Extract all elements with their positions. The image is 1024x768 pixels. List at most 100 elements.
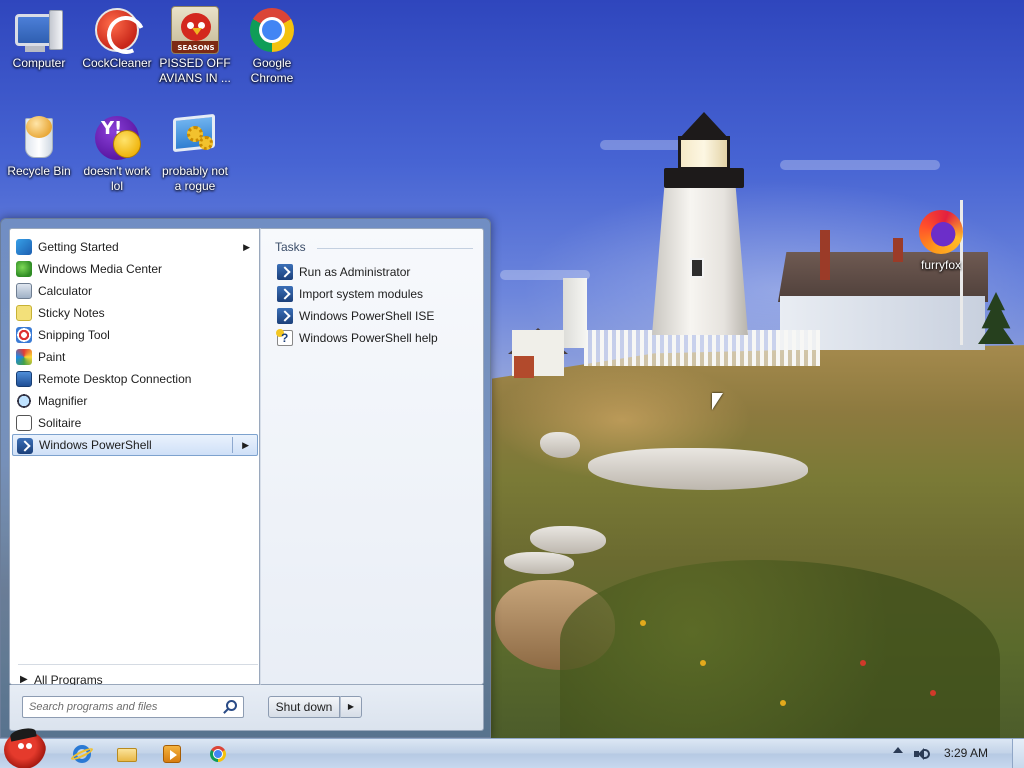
wallpaper-flower xyxy=(780,700,786,706)
program-solitaire[interactable]: Solitaire xyxy=(12,412,258,434)
calculator-icon xyxy=(16,283,32,299)
program-snipping-tool[interactable]: Snipping Tool xyxy=(12,324,258,346)
task-label: Windows PowerShell help xyxy=(299,331,438,345)
search-input[interactable] xyxy=(29,699,214,715)
program-label: Magnifier xyxy=(38,394,88,408)
chrome-icon xyxy=(248,6,296,54)
program-label: Remote Desktop Connection xyxy=(38,372,192,386)
wallpaper-lighthouse-lantern xyxy=(678,136,730,170)
desktop-icon-label: Recycle Bin xyxy=(7,164,71,178)
desktop-icon-label: PISSED OFF AVIANS IN ... xyxy=(159,56,231,85)
program-label: Solitaire xyxy=(38,416,82,430)
firefox-icon xyxy=(917,208,965,256)
task-windows-powershell-help[interactable]: Windows PowerShell help xyxy=(275,327,475,349)
submenu-arrow-icon[interactable]: ▶ xyxy=(243,236,250,258)
desktop-icon-probably-not-a-rogue[interactable]: probably not a rogue xyxy=(157,113,233,194)
program-label: Calculator xyxy=(38,284,93,298)
wallpaper-small-house-base xyxy=(514,356,534,378)
taskbar-media-player[interactable] xyxy=(160,743,184,765)
angry-bird-game-icon: SEASONS xyxy=(171,6,219,54)
powershell-icon xyxy=(277,264,293,280)
wallpaper-flower xyxy=(640,620,646,626)
wallpaper-chimney xyxy=(893,238,903,262)
program-calculator[interactable]: Calculator xyxy=(12,280,258,302)
program-list: Getting Started ▶ Windows Media Center C… xyxy=(12,236,258,456)
wallpaper-flower xyxy=(930,690,936,696)
gears-monitor-icon xyxy=(171,113,219,162)
solitaire-icon xyxy=(16,415,32,431)
task-windows-powershell-ise[interactable]: Windows PowerShell ISE xyxy=(275,305,475,327)
sticky-notes-icon xyxy=(16,305,32,321)
taskbar-windows-explorer[interactable] xyxy=(115,743,139,765)
wallpaper-chimney xyxy=(820,230,830,280)
wallpaper-fence xyxy=(584,330,820,366)
program-getting-started[interactable]: Getting Started ▶ xyxy=(12,236,258,258)
show-desktop-button[interactable] xyxy=(1012,739,1024,768)
submenu-divider xyxy=(232,437,233,453)
desktop-icon-computer[interactable]: Computer xyxy=(1,6,77,71)
windows-explorer-icon xyxy=(117,748,137,762)
start-button[interactable] xyxy=(4,731,46,768)
start-menu-footer: Shut down ▶ xyxy=(9,685,484,731)
taskbar: 3:29 AM xyxy=(0,731,1024,768)
wallpaper-lighthouse-window xyxy=(690,258,704,278)
help-icon xyxy=(276,327,293,349)
start-menu-programs-pane: Getting Started ▶ Windows Media Center C… xyxy=(9,228,260,687)
desktop-icon-recycle-bin[interactable]: Recycle Bin xyxy=(1,114,77,179)
shutdown-button[interactable]: Shut down xyxy=(268,696,340,718)
tasks-heading: Tasks xyxy=(275,240,306,254)
search-icon[interactable] xyxy=(226,700,237,711)
getting-started-icon xyxy=(16,239,32,255)
desktop-icon-label: CockCleaner xyxy=(82,56,152,70)
task-label: Import system modules xyxy=(299,287,424,301)
program-label: Windows PowerShell xyxy=(39,438,152,452)
mouse-cursor-icon xyxy=(712,393,723,410)
show-hidden-icons-button[interactable] xyxy=(893,747,903,753)
desktop-icon-google-chrome[interactable]: Google Chrome xyxy=(234,6,310,86)
program-magnifier[interactable]: Magnifier xyxy=(12,390,258,412)
tasks-heading-divider xyxy=(317,248,473,249)
recycle-bin-icon xyxy=(15,114,63,162)
desktop-icon-doesnt-work-lol[interactable]: Y! doesn't work lol xyxy=(79,114,155,194)
program-sticky-notes[interactable]: Sticky Notes xyxy=(12,302,258,324)
arrow-right-icon: ▶ xyxy=(347,702,355,711)
powershell-ise-icon xyxy=(277,308,293,324)
program-label: Snipping Tool xyxy=(38,328,110,342)
task-label: Run as Administrator xyxy=(299,265,411,279)
snipping-tool-icon xyxy=(16,327,32,343)
angry-bird-badge: SEASONS xyxy=(177,44,215,52)
program-windows-media-center[interactable]: Windows Media Center xyxy=(12,258,258,280)
media-player-icon xyxy=(163,745,181,763)
task-import-system-modules[interactable]: Import system modules xyxy=(275,283,475,305)
paint-icon xyxy=(16,349,32,365)
wallpaper-lighthouse-cap xyxy=(678,112,730,140)
system-clock[interactable]: 3:29 AM xyxy=(944,746,988,760)
submenu-arrow-icon[interactable]: ▶ xyxy=(242,435,249,455)
program-remote-desktop-connection[interactable]: Remote Desktop Connection xyxy=(12,368,258,390)
program-paint[interactable]: Paint xyxy=(12,346,258,368)
program-label: Paint xyxy=(38,350,66,364)
desktop-icon-label: furryfox xyxy=(920,258,961,272)
desktop-icon-cockcleaner[interactable]: CockCleaner xyxy=(79,6,155,71)
cleaner-icon xyxy=(93,6,141,54)
volume-icon[interactable] xyxy=(914,747,930,761)
divider xyxy=(18,664,258,665)
program-label: Sticky Notes xyxy=(38,306,105,320)
jump-list-pane: Tasks Run as Administrator Import system… xyxy=(260,228,484,685)
wallpaper-lighthouse-gallery xyxy=(664,168,744,188)
taskbar-internet-explorer[interactable] xyxy=(69,743,95,765)
wallpaper-small-tower xyxy=(563,278,587,348)
desktop-icon-label: Google Chrome xyxy=(250,56,294,85)
desktop-icon-label: probably not a rogue xyxy=(161,164,229,193)
desktop-icon-furryfox[interactable]: furryfox xyxy=(903,208,979,273)
wallpaper-cloud xyxy=(780,160,940,170)
task-run-as-administrator[interactable]: Run as Administrator xyxy=(275,261,475,283)
taskbar-google-chrome[interactable] xyxy=(206,743,230,765)
computer-icon xyxy=(15,6,63,54)
desktop-icon-pissed-off-avians[interactable]: SEASONS PISSED OFF AVIANS IN ... xyxy=(157,6,233,86)
program-windows-powershell[interactable]: Windows PowerShell ▶ xyxy=(12,434,258,456)
search-box[interactable] xyxy=(22,696,244,718)
shutdown-options-button[interactable]: ▶ xyxy=(340,696,362,718)
wallpaper-rock xyxy=(540,432,580,458)
wallpaper-flower xyxy=(700,660,706,666)
